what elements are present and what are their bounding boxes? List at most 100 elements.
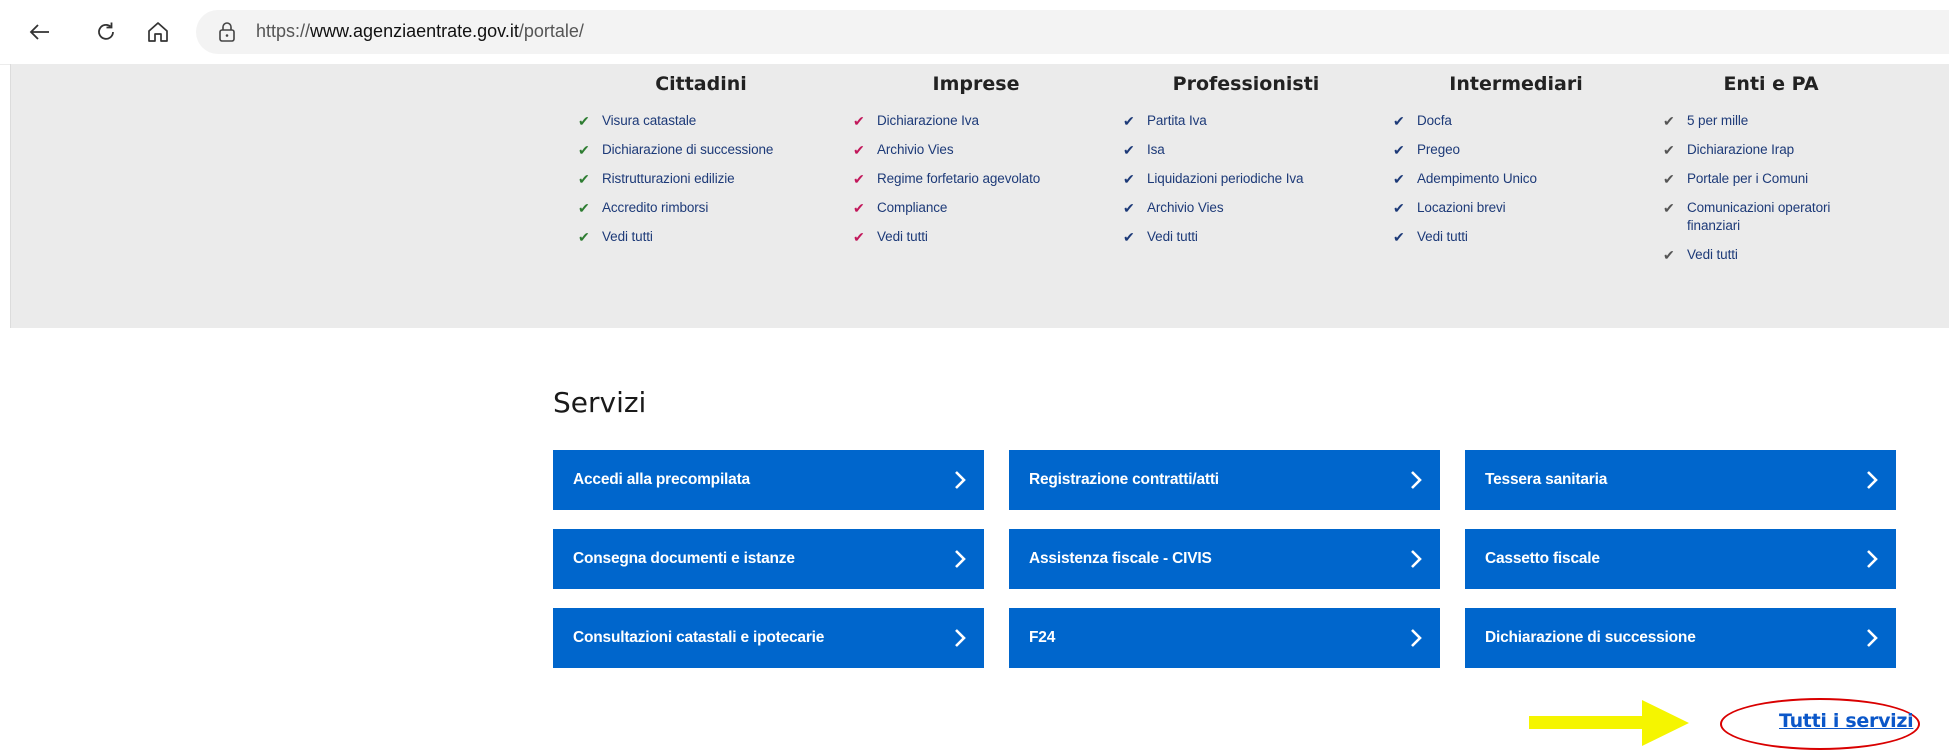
menu-column-title[interactable]: Intermediari: [1391, 68, 1641, 100]
menu-link-list: ✔ Docfa ✔ Pregeo ✔ Adempimento Unico ✔ Locaz…: [1391, 112, 1641, 246]
menu-link[interactable]: ✔ Partita Iva: [1121, 112, 1371, 130]
check-icon: ✔: [1393, 142, 1405, 158]
menu-link-label: 5 per mille: [1687, 113, 1749, 128]
menu-link-label: Partita Iva: [1147, 113, 1207, 128]
url-path: /portale/: [518, 21, 584, 41]
menu-column-title[interactable]: Enti e PA: [1661, 68, 1861, 100]
menu-column-enti-pa: Enti e PA ✔ 5 per mille ✔ Dichiarazione Ir…: [1661, 64, 1861, 275]
menu-link-label: Visura catastale: [602, 113, 697, 128]
menu-link[interactable]: ✔ Dichiarazione Irap: [1661, 141, 1861, 159]
chevron-right-icon: [950, 467, 970, 493]
menu-column-title[interactable]: Imprese: [851, 68, 1101, 100]
service-button[interactable]: Assistenza fiscale - CIVIS: [1009, 529, 1440, 589]
menu-link[interactable]: ✔ Accredito rimborsi: [576, 199, 826, 217]
service-button[interactable]: Accedi alla precompilata: [553, 450, 984, 510]
service-button-label: Consegna documenti e istanze: [573, 550, 795, 567]
menu-link-list: ✔ Dichiarazione Iva ✔ Archivio Vies ✔ Regim…: [851, 112, 1101, 246]
menu-link-label: Liquidazioni periodiche Iva: [1147, 171, 1304, 186]
service-button[interactable]: Consultazioni catastali e ipotecarie: [553, 608, 984, 668]
service-button[interactable]: Tessera sanitaria: [1465, 450, 1896, 510]
home-button[interactable]: [140, 14, 176, 50]
menu-link-label: Accredito rimborsi: [602, 200, 709, 215]
chevron-right-icon: [1406, 546, 1426, 572]
menu-link-label: Pregeo: [1417, 142, 1460, 157]
menu-link[interactable]: ✔ Comunicazioni operatori finanziari: [1661, 199, 1861, 235]
check-icon: ✔: [1393, 171, 1405, 187]
menu-link-label: Isa: [1147, 142, 1165, 157]
service-button-label: F24: [1029, 629, 1056, 646]
menu-column-title[interactable]: Cittadini: [576, 68, 826, 100]
menu-link-label: Comunicazioni operatori finanziari: [1687, 200, 1831, 233]
check-icon: ✔: [853, 229, 865, 245]
reload-button[interactable]: [88, 14, 124, 50]
servizi-heading: Servizi: [553, 386, 647, 419]
menu-link[interactable]: ✔ Vedi tutti: [1661, 246, 1861, 264]
url-scheme: https://: [256, 21, 311, 41]
menu-link[interactable]: ✔ Isa: [1121, 141, 1371, 159]
menu-link[interactable]: ✔ Archivio Vies: [1121, 199, 1371, 217]
menu-link[interactable]: ✔ Ristrutturazioni edilizie: [576, 170, 826, 188]
menu-link[interactable]: ✔ Vedi tutti: [1121, 228, 1371, 246]
menu-link-label: Vedi tutti: [602, 229, 653, 244]
check-icon: ✔: [1663, 171, 1675, 187]
check-icon: ✔: [1123, 200, 1135, 216]
check-icon: ✔: [578, 200, 590, 216]
menu-link[interactable]: ✔ Visura catastale: [576, 112, 826, 130]
check-icon: ✔: [853, 200, 865, 216]
service-button-label: Assistenza fiscale - CIVIS: [1029, 550, 1212, 567]
check-icon: ✔: [578, 142, 590, 158]
service-button[interactable]: Dichiarazione di successione: [1465, 608, 1896, 668]
menu-link[interactable]: ✔ Liquidazioni periodiche Iva: [1121, 170, 1371, 188]
back-arrow-icon: [29, 24, 49, 40]
lock-icon[interactable]: [218, 22, 236, 42]
service-button[interactable]: Registrazione contratti/atti: [1009, 450, 1440, 510]
check-icon: ✔: [1393, 200, 1405, 216]
url-domain: www.agenziaentrate.gov.it: [310, 21, 519, 41]
back-button[interactable]: [22, 14, 58, 50]
check-icon: ✔: [1123, 229, 1135, 245]
check-icon: ✔: [1123, 142, 1135, 158]
menu-link[interactable]: ✔ Vedi tutti: [576, 228, 826, 246]
menu-link-label: Portale per i Comuni: [1687, 171, 1809, 186]
menu-link-list: ✔ Partita Iva ✔ Isa ✔ Liquidazioni periodic…: [1121, 112, 1371, 246]
chevron-right-icon: [1862, 625, 1882, 651]
reload-icon: [98, 22, 114, 40]
menu-link-label: Dichiarazione Iva: [877, 113, 979, 128]
menu-link[interactable]: ✔ Compliance: [851, 199, 1101, 217]
menu-link[interactable]: ✔ Vedi tutti: [1391, 228, 1641, 246]
menu-link[interactable]: ✔ Archivio Vies: [851, 141, 1101, 159]
menu-column-professionisti: Professionisti ✔ Partita Iva ✔ Isa ✔ Liquid…: [1121, 64, 1371, 257]
menu-link-label: Vedi tutti: [1687, 247, 1738, 262]
menu-column-imprese: Imprese ✔ Dichiarazione Iva ✔ Archivio Vie…: [851, 64, 1101, 257]
menu-link-label: Regime forfetario agevolato: [877, 171, 1041, 186]
menu-link-label: Vedi tutti: [1147, 229, 1198, 244]
check-icon: ✔: [1663, 113, 1675, 129]
menu-link-label: Adempimento Unico: [1417, 171, 1537, 186]
menu-link-list: ✔ 5 per mille ✔ Dichiarazione Irap ✔ Portal…: [1661, 112, 1861, 264]
menu-link[interactable]: ✔ Dichiarazione Iva: [851, 112, 1101, 130]
browser-toolbar: https://www.agenziaentrate.gov.it/portal…: [0, 0, 1949, 65]
check-icon: ✔: [853, 142, 865, 158]
menu-column-title[interactable]: Professionisti: [1121, 68, 1371, 100]
menu-link[interactable]: ✔ Pregeo: [1391, 141, 1641, 159]
address-bar[interactable]: https://www.agenziaentrate.gov.it/portal…: [196, 10, 1949, 54]
check-icon: ✔: [578, 229, 590, 245]
check-icon: ✔: [1663, 142, 1675, 158]
menu-link[interactable]: ✔ Locazioni brevi: [1391, 199, 1641, 217]
menu-link[interactable]: ✔ Vedi tutti: [851, 228, 1101, 246]
tutti-i-servizi-link[interactable]: Tutti i servizi: [1779, 710, 1914, 732]
menu-link[interactable]: ✔ Docfa: [1391, 112, 1641, 130]
service-button[interactable]: Consegna documenti e istanze: [553, 529, 984, 589]
menu-link[interactable]: ✔ Adempimento Unico: [1391, 170, 1641, 188]
menu-link-label: Archivio Vies: [1147, 200, 1224, 215]
check-icon: ✔: [853, 113, 865, 129]
menu-link[interactable]: ✔ Regime forfetario agevolato: [851, 170, 1101, 188]
url-text: https://www.agenziaentrate.gov.it/portal…: [256, 21, 584, 42]
menu-link[interactable]: ✔ Dichiarazione di successione: [576, 141, 826, 159]
menu-link[interactable]: ✔ 5 per mille: [1661, 112, 1861, 130]
check-icon: ✔: [1393, 113, 1405, 129]
service-button[interactable]: F24: [1009, 608, 1440, 668]
service-button[interactable]: Cassetto fiscale: [1465, 529, 1896, 589]
home-icon: [148, 22, 168, 42]
menu-link[interactable]: ✔ Portale per i Comuni: [1661, 170, 1861, 188]
